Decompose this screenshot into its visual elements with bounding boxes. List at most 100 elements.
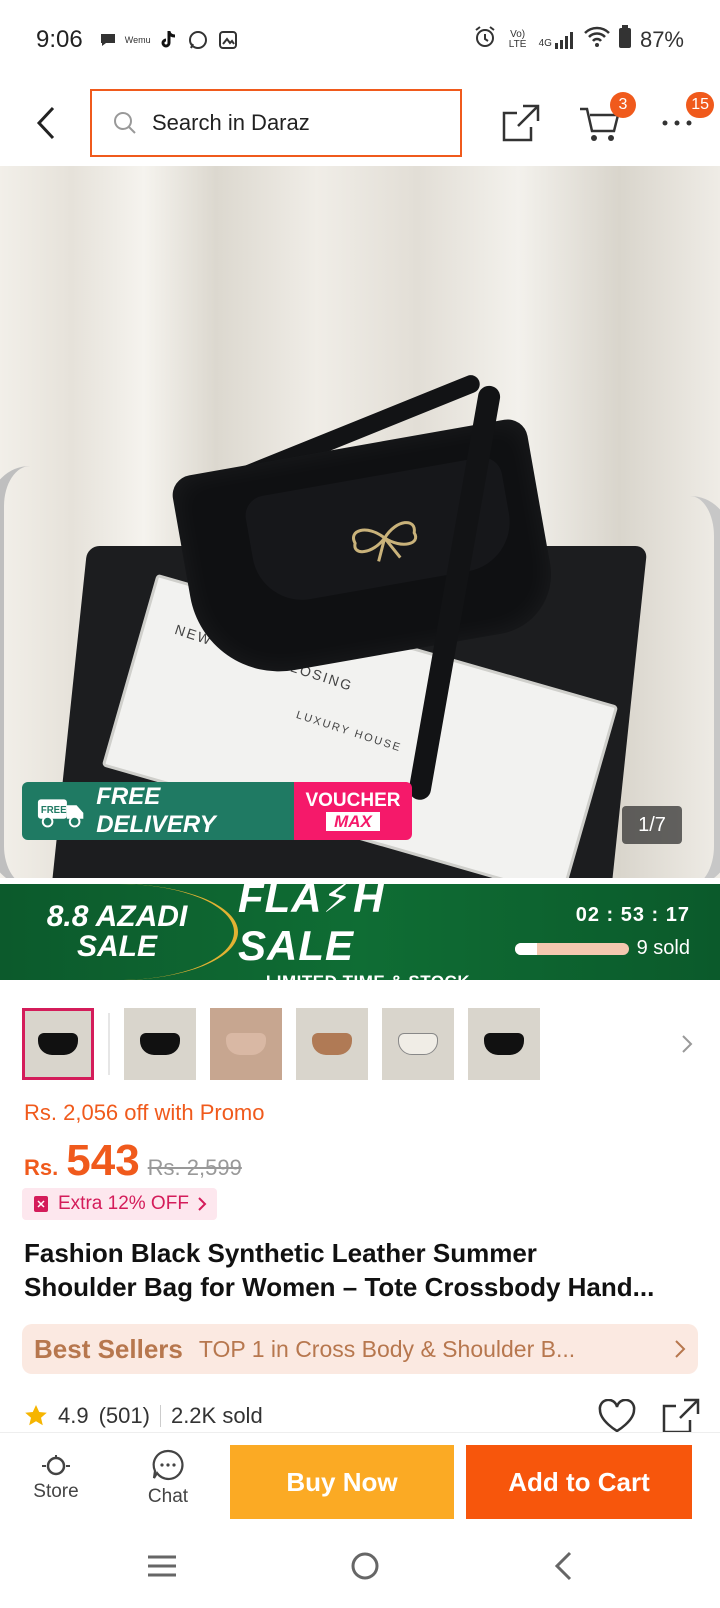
sold-count: 9 sold bbox=[636, 937, 690, 959]
flash-sale-status: 02 : 53 : 17 9 sold bbox=[498, 904, 720, 960]
best-sellers-rank: TOP 1 in Cross Body & Shoulder B... bbox=[198, 1335, 576, 1362]
share-icon bbox=[502, 104, 540, 142]
current-price: 543 bbox=[66, 1136, 140, 1185]
best-sellers-label: Best Sellers bbox=[34, 1333, 183, 1364]
azadi-line-2: SALE bbox=[76, 930, 157, 963]
rating-actions bbox=[598, 1398, 700, 1434]
more-button[interactable]: 15 bbox=[650, 92, 714, 150]
system-navigation-bar bbox=[0, 1524, 720, 1608]
chevron-right-icon bbox=[675, 1340, 686, 1358]
volte-indicator: Vo) LTE bbox=[508, 29, 527, 50]
star-icon bbox=[25, 1405, 47, 1426]
countdown-timer: 02 : 53 : 17 bbox=[575, 904, 690, 926]
free-label: FREE bbox=[41, 805, 67, 816]
flash-sale-title: FLA⚡H SALE bbox=[238, 884, 385, 969]
chevron-right-icon bbox=[682, 1035, 693, 1053]
chat-label: Chat bbox=[147, 1485, 189, 1507]
extra-discount-label: Extra 12% OFF bbox=[58, 1193, 189, 1214]
more-count-badge: 15 bbox=[686, 92, 714, 118]
buy-now-button[interactable]: Buy Now bbox=[230, 1445, 454, 1519]
status-right: Vo) LTE 4G 87% bbox=[473, 25, 684, 55]
status-app-icons: Wemu bbox=[97, 29, 239, 51]
voucher-max-label: MAX bbox=[326, 812, 380, 831]
flash-sale-banner[interactable]: 8.8 AZADI SALE FLA⚡H SALE LIMITED TIME &… bbox=[0, 884, 720, 980]
thumbnail-divider bbox=[108, 1013, 110, 1075]
more-dots-icon bbox=[662, 120, 692, 126]
original-price: Rs. 2,599 bbox=[147, 1155, 242, 1180]
sold-progress-bar bbox=[514, 942, 629, 955]
top-navigation: Search in Daraz 3 15 bbox=[0, 80, 720, 166]
search-icon bbox=[114, 112, 136, 134]
chat-bubble-icon bbox=[97, 29, 119, 51]
alarm-icon bbox=[473, 25, 497, 55]
share-icon[interactable] bbox=[662, 1398, 700, 1434]
cart-count-badge: 3 bbox=[610, 92, 636, 118]
thumbnail-next-button[interactable] bbox=[672, 1029, 702, 1059]
free-delivery-banner: FREE FREE DELIVERY VOUCHER MAX bbox=[22, 782, 412, 840]
voucher-max-tag: VOUCHER MAX bbox=[294, 782, 412, 840]
azadi-sale-badge: 8.8 AZADI SALE bbox=[0, 884, 238, 980]
thumbnail-4[interactable] bbox=[296, 1008, 368, 1080]
wifi-icon bbox=[584, 26, 610, 54]
extra-discount-tag[interactable]: Extra 12% OFF bbox=[22, 1188, 217, 1220]
best-sellers-banner[interactable]: Best Sellers TOP 1 in Cross Body & Shoul… bbox=[22, 1324, 698, 1374]
azadi-line-1: 8.8 AZADI bbox=[46, 900, 188, 933]
wemu-icon: Wemu bbox=[124, 35, 151, 45]
voucher-icon bbox=[34, 1196, 48, 1212]
book-subtitle: LUXURY HOUSE bbox=[294, 709, 404, 755]
back-button[interactable] bbox=[16, 93, 76, 153]
bottom-action-bar: Store Chat Buy Now Add to Cart bbox=[0, 1432, 720, 1522]
store-label: Store bbox=[33, 1480, 79, 1502]
search-placeholder: Search in Daraz bbox=[152, 110, 310, 135]
thumbnail-bag-image bbox=[484, 1033, 524, 1055]
free-delivery-label: FREE DELIVERY bbox=[96, 783, 216, 838]
cart-button[interactable]: 3 bbox=[572, 92, 636, 150]
share-button[interactable] bbox=[494, 96, 548, 150]
chat-button[interactable]: Chat bbox=[112, 1433, 224, 1523]
signal-icon: 4G bbox=[539, 31, 576, 49]
thumbnail-1[interactable] bbox=[22, 1008, 94, 1080]
back-icon[interactable] bbox=[552, 1550, 574, 1582]
voucher-label: VOUCHER bbox=[305, 790, 401, 811]
header-actions: 3 15 bbox=[494, 92, 714, 150]
gallery-icon bbox=[217, 29, 239, 51]
image-counter: 1/7 bbox=[622, 806, 682, 844]
chat-icon bbox=[152, 1449, 184, 1480]
thumbnail-2[interactable] bbox=[124, 1008, 196, 1080]
thumbnail-5[interactable] bbox=[382, 1008, 454, 1080]
thumbnail-bag-image bbox=[140, 1033, 180, 1055]
sold-total: 2.2K sold bbox=[170, 1403, 263, 1428]
rating-count[interactable]: (501) bbox=[99, 1403, 150, 1429]
product-title: Fashion Black Synthetic Leather Summer S… bbox=[24, 1236, 700, 1304]
thumbnail-bag-image bbox=[38, 1033, 78, 1055]
thumbnail-bag-image bbox=[226, 1033, 266, 1055]
store-button[interactable]: Store bbox=[0, 1433, 112, 1523]
flash-sale-subtitle: LIMITED TIME & STOCK bbox=[266, 972, 470, 981]
status-bar: 9:06 Wemu Vo) LTE 4G 87% bbox=[0, 0, 720, 80]
network-type: 4G bbox=[538, 38, 552, 49]
chevron-left-icon bbox=[36, 106, 55, 140]
product-image-gallery[interactable]: NEW URBAN CLOSING LUXURY HOUSE FREE FREE… bbox=[0, 166, 720, 878]
heart-icon[interactable] bbox=[598, 1399, 636, 1433]
thumbnail-3[interactable] bbox=[210, 1008, 282, 1080]
add-to-cart-button[interactable]: Add to Cart bbox=[466, 1445, 692, 1519]
thumbnail-bag-image bbox=[398, 1033, 438, 1055]
rating-score: 4.9 bbox=[58, 1403, 89, 1428]
battery-icon bbox=[618, 25, 632, 55]
menu-icon[interactable] bbox=[146, 1553, 178, 1579]
thumbnail-6[interactable] bbox=[468, 1008, 540, 1080]
delivery-truck-icon: FREE bbox=[37, 799, 84, 828]
promo-discount-text: Rs. 2,056 off with Promo bbox=[24, 1100, 265, 1125]
search-input[interactable]: Search in Daraz bbox=[90, 89, 462, 157]
product-title-line-1: Fashion Black Synthetic Leather Summer bbox=[24, 1238, 537, 1268]
battery-level: 87% bbox=[639, 27, 684, 52]
price-row: Rs. 543 Rs. 2,599 bbox=[24, 1136, 242, 1186]
status-time: 9:06 bbox=[36, 26, 83, 53]
rating-row: 4.9 (501) 2.2K sold bbox=[24, 1398, 700, 1434]
chevron-right-icon bbox=[198, 1197, 207, 1211]
thumbnail-bag-image bbox=[312, 1033, 352, 1055]
home-icon[interactable] bbox=[349, 1550, 381, 1582]
flash-sale-title-block: FLA⚡H SALE LIMITED TIME & STOCK bbox=[238, 884, 498, 980]
rating-divider bbox=[159, 1405, 161, 1427]
free-delivery-tag: FREE FREE DELIVERY bbox=[22, 782, 294, 840]
